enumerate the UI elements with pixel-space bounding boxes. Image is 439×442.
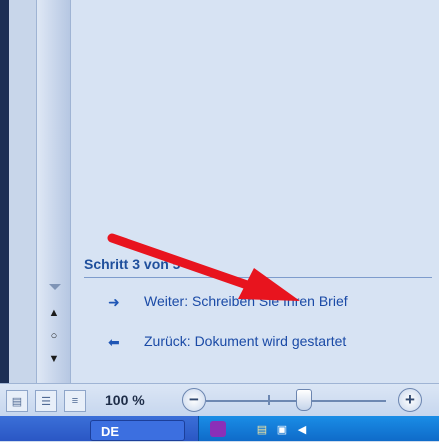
system-tray: [198, 416, 439, 441]
arrow-head: [238, 268, 300, 301]
zoom-in-icon[interactable]: +: [398, 388, 422, 412]
zoom-center-mark: [268, 395, 270, 405]
red-annotation-arrow: [107, 233, 300, 301]
zoom-out-icon[interactable]: −: [182, 388, 206, 412]
network-icon[interactable]: ▣: [274, 421, 290, 437]
draft-view-icon[interactable]: ≡: [64, 390, 86, 412]
outline-view-icon[interactable]: ☰: [35, 390, 57, 412]
arrow-shaft: [107, 233, 255, 291]
tray-app-icon[interactable]: [210, 421, 226, 437]
speaker-icon[interactable]: ◀: [294, 421, 310, 437]
zoom-slider-thumb[interactable]: [296, 389, 312, 411]
language-indicator[interactable]: DE: [90, 420, 185, 441]
print-layout-icon[interactable]: ▤: [6, 390, 28, 412]
clipboard-icon[interactable]: ▤: [254, 421, 270, 437]
zoom-level[interactable]: 100 %: [105, 392, 145, 408]
